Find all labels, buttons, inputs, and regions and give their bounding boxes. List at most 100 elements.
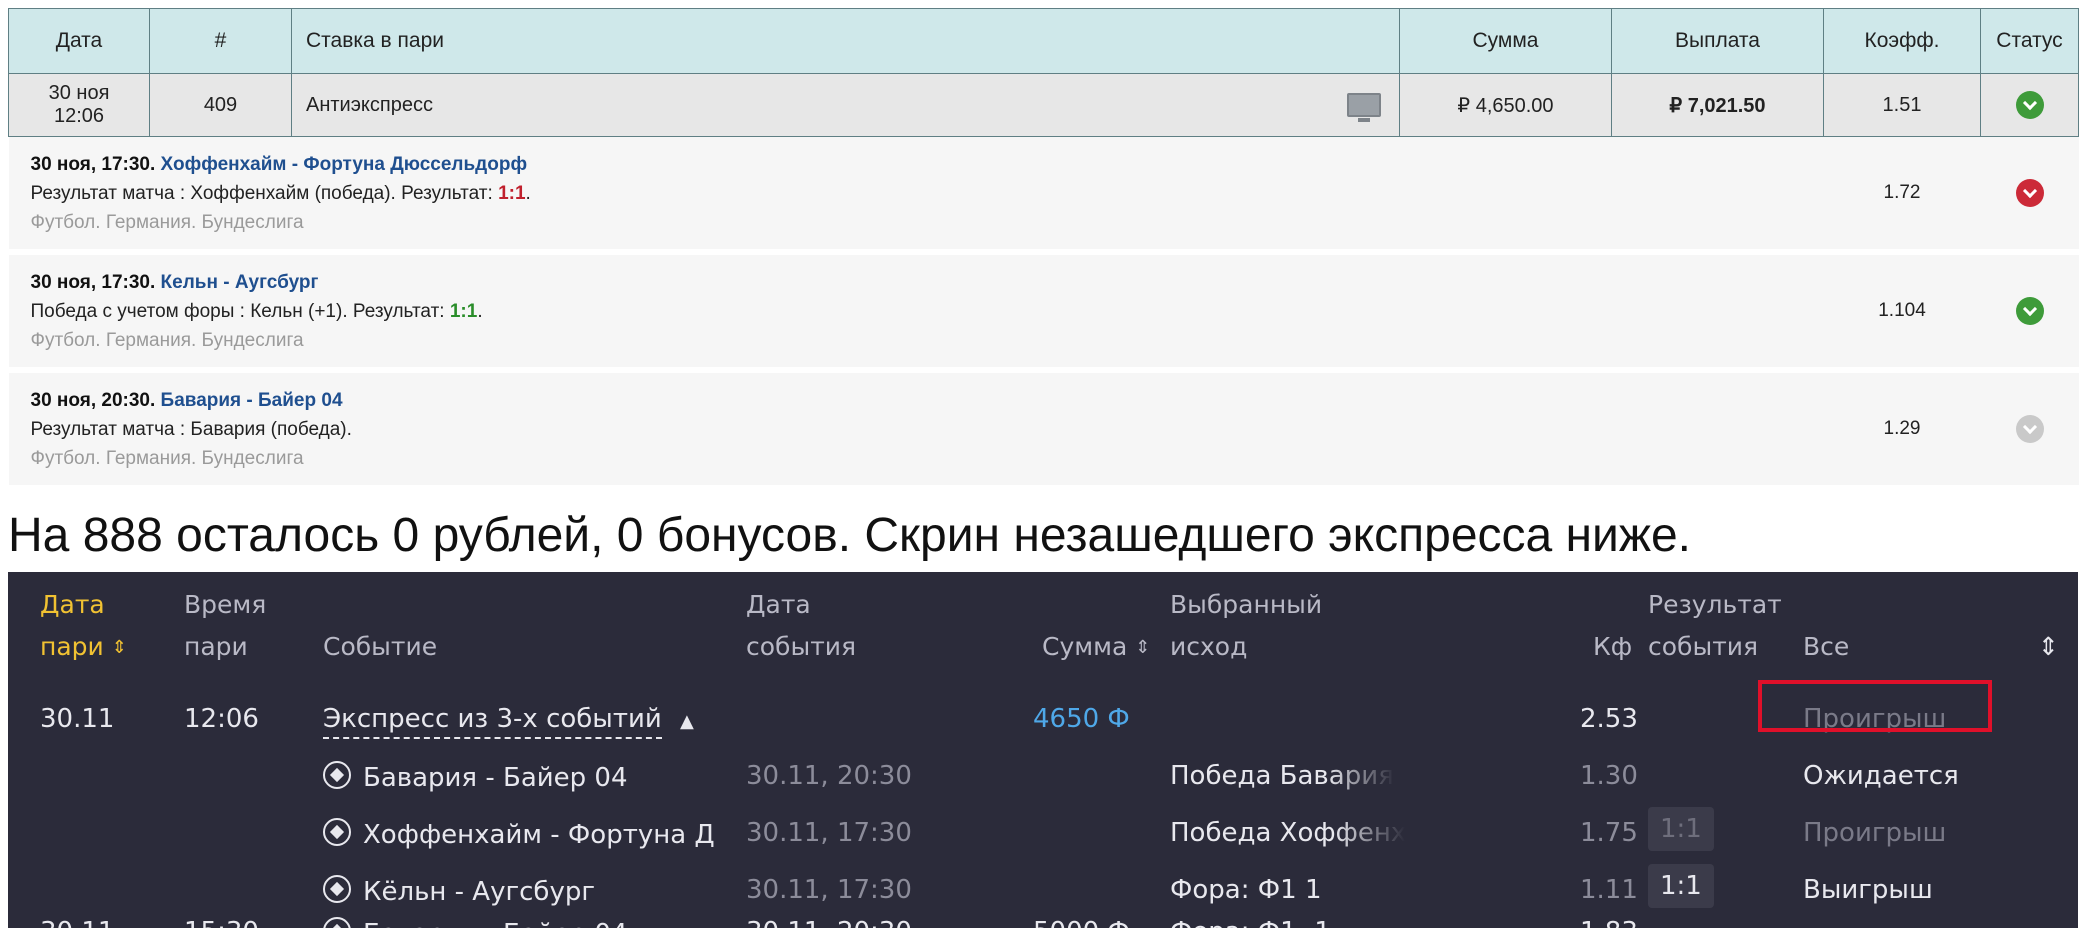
leg-match-link[interactable]: Хоффенхайм - Фортуна Дюссельдорф xyxy=(161,154,528,175)
leg-coef: 1.29 xyxy=(1823,370,1981,491)
caption-text: На 888 осталось 0 рублей, 0 бонусов. Скр… xyxy=(8,509,1691,562)
leg-event: Кёльн - Аугсбург xyxy=(323,875,595,907)
bet-name-text: Антиэкспресс xyxy=(306,93,433,116)
col-result-line1: Результат xyxy=(1648,590,1782,619)
col-sum[interactable]: Сумма xyxy=(1399,8,1612,74)
leg-match-link[interactable]: Бавария - Байер 04 xyxy=(161,390,343,411)
express-kf: 2.53 xyxy=(1580,704,1638,734)
col-bet-date-line2: пари xyxy=(40,632,104,661)
leg-event-date: 30.11, 17:30 xyxy=(746,818,912,848)
football-icon xyxy=(323,818,351,846)
leg-event: Хоффенхайм - Фортуна Д xyxy=(323,818,715,850)
bet-history-table: Дата # Ставка в пари Сумма Выплата Коэфф… xyxy=(8,8,2079,491)
col-event[interactable]: Событие xyxy=(323,626,437,668)
leg-status xyxy=(1980,136,2079,255)
sort-icon[interactable]: ⇕ xyxy=(1135,627,1150,669)
bet-date-text: 30 ноя 12:06 xyxy=(48,82,110,127)
leg-outcome: Фора: Ф1 1 xyxy=(1170,875,1322,905)
col-coef[interactable]: Коэфф. xyxy=(1823,8,1981,74)
col-bet-time[interactable]: Время пари xyxy=(184,584,266,668)
col-event-date-line1: Дата xyxy=(746,590,811,619)
leg-status xyxy=(1980,370,2079,491)
next-bet-event-name: Бавария - Байер 04 xyxy=(363,919,628,928)
bet-date: 30 ноя 12:06 xyxy=(8,73,150,137)
col-event-date-line2: события xyxy=(746,632,857,661)
leg-sport: Футбол. Германия. Бундеслига xyxy=(30,447,304,469)
next-bet-date: 30.11 xyxy=(40,917,114,928)
leg-date: 30 ноя, 17:30. xyxy=(30,271,156,293)
leg-status: Выигрыш xyxy=(1803,875,1933,905)
leg-event: Бавария - Байер 04 xyxy=(323,761,628,793)
leg-outcome: Победа Хоффенх xyxy=(1170,818,1405,848)
col-payout[interactable]: Выплата xyxy=(1611,8,1824,74)
leg-event-date: 30.11, 20:30 xyxy=(746,761,912,791)
leg-event-name: Кёльн - Аугсбург xyxy=(363,877,596,907)
col-date[interactable]: Дата xyxy=(8,8,150,74)
express-time: 12:06 xyxy=(184,704,259,734)
leg-sport: Футбол. Германия. Бундеслига xyxy=(30,329,304,351)
express-toggle[interactable]: Экспресс из 3-х событий ▲ xyxy=(323,704,694,739)
status-filter[interactable]: Все xyxy=(1803,626,1849,668)
express-sum: 4650 Ф xyxy=(1033,704,1130,734)
col-sum[interactable]: Сумма ⇕ xyxy=(1042,626,1150,669)
col-bet[interactable]: Ставка в пари xyxy=(291,8,1400,74)
col-event-date[interactable]: Дата события xyxy=(746,584,856,668)
next-bet-outcome: Фора: Ф1 -1 xyxy=(1170,917,1331,928)
football-icon xyxy=(323,917,351,928)
next-bet-time: 15:30 xyxy=(184,917,259,928)
monitor-icon[interactable] xyxy=(1347,93,1381,122)
bet-coef: 1.51 xyxy=(1823,73,1981,137)
status-win-icon xyxy=(2015,91,2044,119)
leg-event-name: Хоффенхайм - Фортуна Д xyxy=(363,820,715,850)
leg-description: Результат матча : Бавария (победа). xyxy=(30,418,352,440)
triangle-up-icon[interactable]: ▲ xyxy=(680,711,694,732)
leg-status: Проигрыш xyxy=(1803,818,1947,848)
col-outcome-line2: исход xyxy=(1170,632,1248,661)
express-date: 30.11 xyxy=(40,704,115,734)
col-sum-label: Сумма xyxy=(1042,632,1128,661)
dark-bet-history: Дата пари ⇕ Время пари Событие Дата собы… xyxy=(8,572,2078,928)
leg-kf: 1.11 xyxy=(1580,875,1638,905)
col-number[interactable]: # xyxy=(149,8,292,74)
leg-coef: 1.72 xyxy=(1823,136,1981,255)
leg-coef: 1.104 xyxy=(1823,252,1981,373)
status-win-icon xyxy=(2015,297,2044,325)
leg-sport: Футбол. Германия. Бундеслига xyxy=(30,211,304,233)
col-status[interactable]: Статус xyxy=(1980,8,2079,74)
sort-icon[interactable]: ⇕ xyxy=(112,627,127,669)
bet-payout: ₽ 7,021.50 xyxy=(1611,73,1824,137)
status-pending-icon xyxy=(2015,415,2044,443)
leg-info: 30 ноя, 17:30. Кельн - Аугсбург Победа с… xyxy=(8,252,1824,373)
leg-row: 30 ноя, 20:30. Бавария - Байер 04 Резуль… xyxy=(8,370,2079,491)
leg-result: 1:1 xyxy=(449,300,478,322)
next-bet-event: Бавария - Байер 04 xyxy=(323,917,628,928)
leg-date: 30 ноя, 20:30. xyxy=(30,389,156,411)
next-bet-event-date: 30.11, 20:30 xyxy=(746,917,912,928)
bet-main-row[interactable]: 30 ноя 12:06 409 Антиэкспресс ₽ 4,650.00… xyxy=(8,73,2079,137)
col-bet-date-line1: Дата xyxy=(40,590,105,619)
leg-result: 1:1 xyxy=(498,182,526,204)
leg-result-badge: 1:1 xyxy=(1648,864,1714,908)
express-title[interactable]: Экспресс из 3-х событий xyxy=(323,704,662,739)
leg-match-link[interactable]: Кельн - Аугсбург xyxy=(161,272,319,293)
filter-sort-icon[interactable]: ⇕ xyxy=(2038,626,2059,668)
col-kf[interactable]: Кф xyxy=(1593,626,1632,668)
leg-result-badge: 1:1 xyxy=(1648,807,1714,851)
leg-event-name: Бавария - Байер 04 xyxy=(363,763,628,793)
leg-row: 30 ноя, 17:30. Кельн - Аугсбург Победа с… xyxy=(8,252,2079,373)
leg-event-date: 30.11, 17:30 xyxy=(746,875,912,905)
leg-outcome: Победа Бавария xyxy=(1170,761,1394,791)
col-outcome[interactable]: Выбранный исход xyxy=(1170,584,1322,668)
leg-kf: 1.75 xyxy=(1580,818,1638,848)
col-result[interactable]: Результат события xyxy=(1648,584,1782,668)
leg-date: 30 ноя, 17:30. xyxy=(30,153,156,175)
football-icon xyxy=(323,761,351,789)
leg-info: 30 ноя, 17:30. Хоффенхайм - Фортуна Дюсс… xyxy=(8,136,1824,255)
status-loss-icon xyxy=(2015,179,2044,207)
table-header: Дата # Ставка в пари Сумма Выплата Коэфф… xyxy=(8,8,2079,74)
col-bet-time-line1: Время xyxy=(184,590,267,619)
col-outcome-line1: Выбранный xyxy=(1170,590,1323,619)
col-result-line2: события xyxy=(1648,632,1759,661)
bet-number: 409 xyxy=(149,73,292,137)
col-bet-date[interactable]: Дата пари ⇕ xyxy=(40,584,127,669)
